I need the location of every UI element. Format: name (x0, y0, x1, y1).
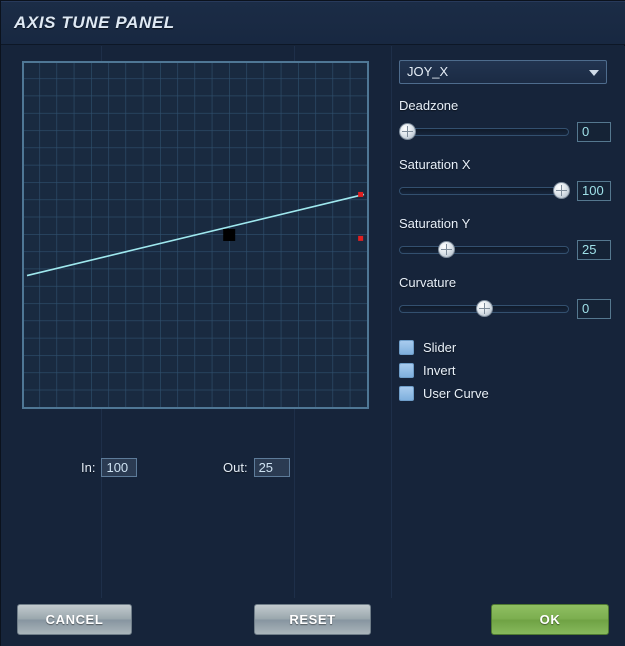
panel-body: In: 100 Out: 25 JOY_X Deadzone 0 Saturatio… (1, 46, 625, 598)
checkbox-icon[interactable] (399, 339, 414, 355)
input-readout-label: In: (81, 460, 96, 475)
slider-knob[interactable] (399, 123, 416, 140)
slider-control[interactable] (399, 121, 569, 143)
slider-track[interactable] (399, 187, 569, 195)
slider-value-field[interactable]: 100 (577, 181, 611, 201)
output-readout-value: 25 (253, 458, 290, 477)
node-marker[interactable] (223, 229, 236, 241)
title-bar: AXIS TUNE PANEL (1, 1, 625, 45)
slider-group-curvature: Curvature 0 (399, 275, 614, 320)
checkbox-label: User Curve (423, 385, 489, 401)
slider-row: 0 (399, 298, 611, 320)
endpoint-marker[interactable] (358, 191, 364, 197)
curve-graph[interactable] (22, 61, 369, 409)
footer-bar: CANCEL RESET OK (1, 598, 625, 646)
slider-group-deadzone: Deadzone 0 (399, 98, 614, 143)
ok-button[interactable]: OK (491, 604, 609, 635)
axis-selector-value: JOY_X (407, 64, 449, 79)
checkbox-icon[interactable] (399, 385, 414, 401)
input-readout-value: 100 (101, 458, 138, 477)
slider-knob[interactable] (476, 300, 493, 317)
page-title: AXIS TUNE PANEL (14, 13, 175, 32)
slider-knob[interactable] (553, 182, 570, 199)
output-readout: Out: 25 (223, 458, 290, 477)
reset-button[interactable]: RESET (254, 604, 371, 635)
slider-control[interactable] (399, 298, 569, 320)
cancel-button[interactable]: CANCEL (17, 604, 132, 635)
slider-control[interactable] (399, 180, 570, 202)
axis-selector-dropdown[interactable]: JOY_X (399, 60, 607, 84)
checkbox-row-user-curve[interactable]: User Curve (399, 382, 614, 404)
slider-value-field[interactable]: 0 (577, 122, 611, 142)
checkbox-group: Slider Invert User Curve (399, 336, 614, 404)
output-readout-label: Out: (223, 460, 248, 475)
slider-group-saturation-x: Saturation X 100 (399, 157, 614, 202)
slider-track[interactable] (399, 128, 569, 136)
slider-group-saturation-y: Saturation Y 25 (399, 216, 614, 261)
slider-row: 25 (399, 239, 611, 261)
curve-graph-canvas[interactable] (22, 61, 369, 409)
output-marker[interactable] (358, 235, 364, 241)
checkbox-icon[interactable] (399, 362, 414, 378)
slider-label: Saturation Y (399, 216, 471, 231)
slider-value-field[interactable]: 0 (577, 299, 611, 319)
slider-label: Curvature (399, 275, 457, 290)
column-divider-3 (391, 46, 392, 598)
chevron-down-icon (589, 70, 599, 76)
input-readout: In: 100 (81, 458, 138, 477)
slider-row: 100 (399, 180, 611, 202)
slider-knob[interactable] (437, 241, 455, 258)
checkbox-label: Slider (423, 339, 457, 355)
slider-label: Deadzone (399, 98, 459, 113)
axis-tune-panel-window: AXIS TUNE PANEL In: 100 Out: 25 JOY_X De… (0, 0, 625, 646)
slider-control[interactable] (399, 239, 569, 261)
slider-row: 0 (399, 121, 611, 143)
slider-label: Saturation X (399, 157, 471, 172)
checkbox-label: Invert (423, 362, 456, 378)
checkbox-row-invert[interactable]: Invert (399, 359, 614, 381)
slider-track[interactable] (399, 246, 569, 254)
checkbox-row-slider[interactable]: Slider (399, 336, 614, 358)
slider-value-field[interactable]: 25 (577, 240, 611, 260)
titlebar-highlight (1, 1, 625, 2)
controls-column: JOY_X Deadzone 0 Saturation X 100 Saturation… (399, 60, 614, 405)
slider-groups: Deadzone 0 Saturation X 100 Saturation Y 25 Cu… (399, 98, 614, 320)
